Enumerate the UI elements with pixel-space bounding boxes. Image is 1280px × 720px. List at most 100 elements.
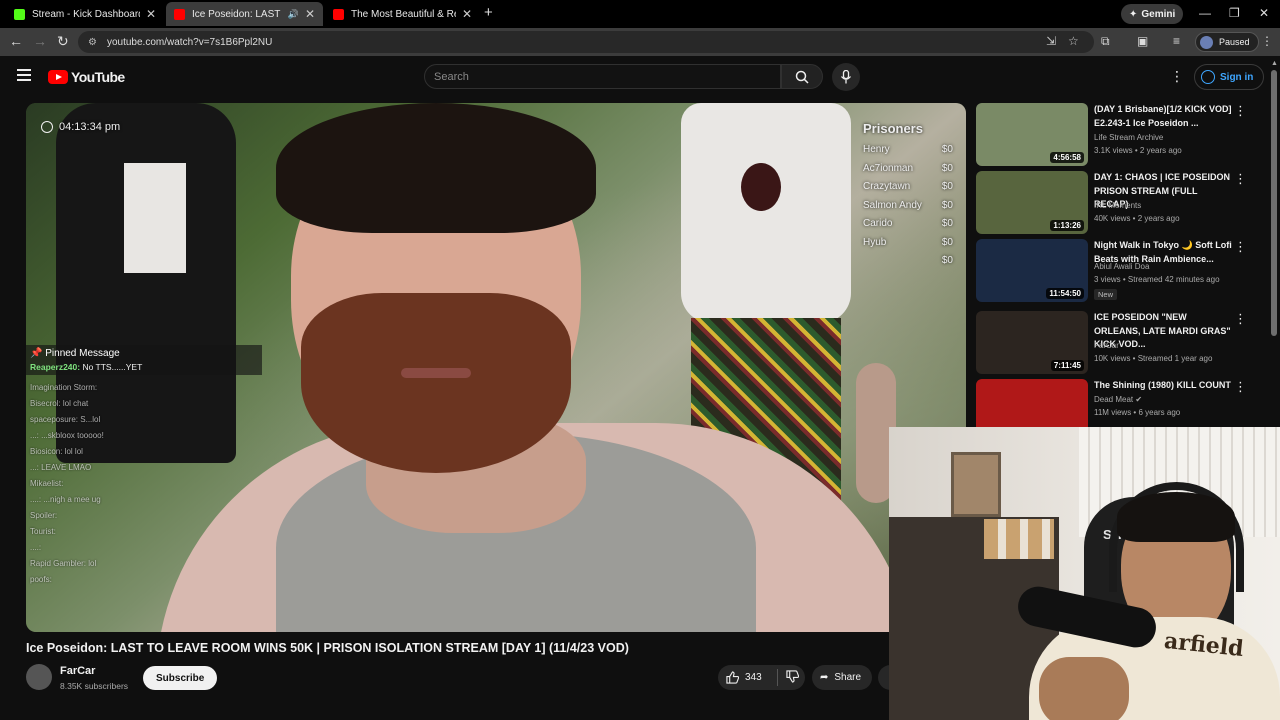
tab-relaxing-video[interactable]: The Most Beautiful & Relaxing ✕	[325, 2, 480, 26]
pinned-message: 📌 Pinned Message Reaperz240: No TTS.....…	[26, 345, 262, 375]
video-thumbnail[interactable]: 1:13:26	[976, 171, 1088, 234]
profile-button[interactable]: Paused	[1195, 32, 1259, 52]
chat-line: ....:	[30, 543, 42, 552]
page-scrollbar[interactable]	[1271, 70, 1277, 336]
sign-in-button[interactable]: Sign in	[1194, 64, 1265, 90]
more-options-icon[interactable]: ⋮	[1234, 103, 1247, 119]
youtube-logo[interactable]: YouTube	[48, 69, 125, 85]
video-player[interactable]: 04:13:34 pm Prisoners Henry $0 Ac7ionman $…	[26, 103, 966, 632]
tab-youtube-active[interactable]: Ice Poseidon: LAST TO LEAVE 🔊 ✕	[166, 2, 323, 26]
close-tab-icon[interactable]: ✕	[305, 7, 315, 21]
recommendation-title[interactable]: (DAY 1 Brisbane)[1/2 KICK VOD] E2.243-1 …	[1094, 103, 1234, 130]
search-input[interactable]: Search	[424, 64, 781, 89]
like-button[interactable]: 343	[718, 669, 778, 686]
user-icon	[1201, 70, 1215, 84]
chat-line: Bisecrol: lol chat	[30, 399, 89, 408]
chat-line: poofs:	[30, 575, 52, 584]
pinned-text: No TTS......YET	[82, 362, 143, 372]
pinned-title: Pinned Message	[45, 348, 120, 359]
video-person-right	[681, 103, 851, 323]
more-options-icon[interactable]: ⋮	[1234, 379, 1247, 395]
search-button[interactable]	[781, 64, 823, 89]
recommendation-channel[interactable]: IRL Moments	[1094, 201, 1141, 210]
prisoner-name: Hyub	[863, 236, 887, 248]
chat-line: Rapid Gambler: lol	[30, 559, 97, 568]
bookmark-star-icon[interactable]: ☆	[1068, 34, 1079, 48]
avatar	[1200, 35, 1213, 49]
webcam-arm	[1039, 657, 1129, 720]
prisoner-amount: $0	[941, 181, 953, 192]
duration-badge: 11:54:50	[1046, 288, 1084, 299]
gemini-label: Gemini	[1141, 8, 1176, 20]
minimize-icon[interactable]: —	[1199, 6, 1211, 20]
chat-line: ...: ...skbloox tooooo!	[30, 431, 104, 440]
pinned-user: Reaperz240:	[30, 362, 81, 372]
gemini-button[interactable]: ✦ Gemini	[1121, 4, 1184, 24]
dislike-button[interactable]	[778, 669, 800, 686]
like-count: 343	[745, 672, 762, 683]
address-bar[interactable]: ⚙ youtube.com/watch?v=7s1B6Ppl2NU	[78, 31, 1094, 53]
recommendation-channel[interactable]: Abiul Awali Doa	[1094, 262, 1149, 271]
speaker-icon[interactable]: 🔊	[288, 9, 299, 20]
recommendation-channel[interactable]: Dead Meat ✔	[1094, 395, 1142, 404]
hamburger-menu-icon[interactable]	[17, 69, 31, 81]
close-window-icon[interactable]: ✕	[1259, 6, 1269, 20]
sparkle-icon: ✦	[1129, 8, 1138, 20]
thumbs-down-icon	[786, 669, 800, 683]
prisoners-title: Prisoners	[863, 121, 923, 136]
recommendation-channel[interactable]: Life Stream Archive	[1094, 133, 1163, 142]
search-placeholder: Search	[434, 70, 469, 83]
more-options-icon[interactable]: ⋮	[1234, 239, 1247, 255]
channel-avatar[interactable]	[26, 664, 52, 690]
sidepanel-icon[interactable]: ▣	[1137, 34, 1148, 48]
restore-icon[interactable]: ❐	[1229, 6, 1240, 20]
tab-label: Ice Poseidon: LAST TO LEAVE	[192, 8, 282, 20]
recommendation-title[interactable]: The Shining (1980) KILL COUNT	[1094, 379, 1234, 393]
video-thumbnail[interactable]: 4:56:58	[976, 103, 1088, 166]
tab-kick-dashboard[interactable]: Stream - Kick Dashboard ✕	[6, 2, 164, 26]
close-tab-icon[interactable]: ✕	[146, 7, 156, 21]
back-icon[interactable]: ←	[9, 33, 23, 49]
prisoner-amount: $0	[941, 255, 953, 266]
share-button[interactable]: ➦ Share	[812, 665, 872, 690]
settings-kebab-icon[interactable]: ⋮	[1170, 68, 1184, 85]
close-tab-icon[interactable]: ✕	[462, 7, 472, 21]
install-app-icon[interactable]: ⇲	[1046, 34, 1056, 48]
reload-icon[interactable]: ↻	[57, 33, 69, 50]
recommendation-channel[interactable]: FarCar	[1094, 341, 1119, 350]
chat-line: Mikaelist:	[30, 479, 64, 488]
url-text: youtube.com/watch?v=7s1B6Ppl2NU	[106, 36, 273, 48]
recommendation-meta: 11M views • 6 years ago	[1094, 408, 1181, 417]
duration-badge: 1:13:26	[1050, 220, 1084, 231]
prisoner-row: Crazytawn $0	[863, 181, 953, 200]
extensions-icon[interactable]: ⧉	[1101, 34, 1110, 49]
chat-line: spaceposure: S...lol	[30, 415, 101, 424]
subscribe-button[interactable]: Subscribe	[143, 666, 218, 690]
more-options-icon[interactable]: ⋮	[1234, 171, 1247, 187]
tab-label: Stream - Kick Dashboard	[32, 8, 140, 20]
kick-favicon-icon	[14, 8, 25, 20]
prisoner-name: Crazytawn	[863, 181, 911, 192]
recommendation-meta: 40K views • 2 years ago	[1094, 214, 1180, 223]
prisoner-name: Ac7ionman	[863, 162, 914, 174]
prisoner-amount: $0	[941, 144, 953, 155]
prisoner-row: Hyub $0	[863, 237, 953, 256]
channel-name[interactable]: FarCar	[60, 665, 95, 677]
prisoner-row: Henry $0	[863, 144, 953, 163]
prisoner-row: Carido $0	[863, 218, 953, 237]
new-tab-button[interactable]: +	[484, 4, 493, 21]
more-options-icon[interactable]: ⋮	[1234, 311, 1247, 327]
scroll-up-arrow[interactable]: ▲	[1271, 60, 1278, 67]
browser-menu-icon[interactable]: ⋮	[1261, 34, 1273, 48]
profile-status: Paused	[1219, 37, 1250, 47]
prisoner-name: Salmon Andy	[863, 199, 922, 211]
pinned-body: Reaperz240: No TTS......YET	[30, 362, 258, 372]
media-control-icon[interactable]: ≡	[1173, 34, 1180, 48]
clock-time: 04:13:34 pm	[59, 121, 121, 133]
video-thumbnail[interactable]: 7:11:45	[976, 311, 1088, 374]
site-info-icon[interactable]: ⚙	[88, 37, 97, 48]
clock-icon	[41, 121, 53, 133]
video-thumbnail[interactable]: 11:54:50	[976, 239, 1088, 302]
forward-icon[interactable]: →	[33, 33, 47, 49]
voice-search-button[interactable]	[832, 63, 860, 91]
